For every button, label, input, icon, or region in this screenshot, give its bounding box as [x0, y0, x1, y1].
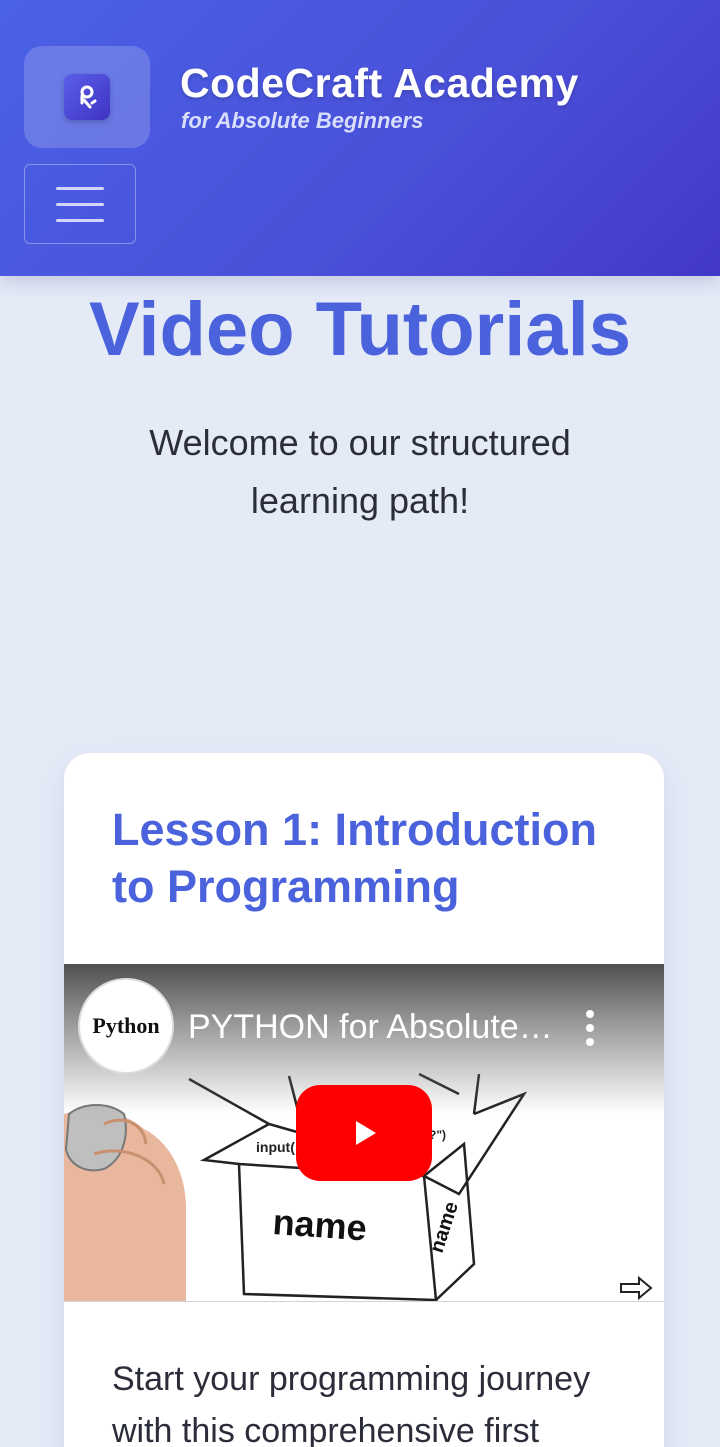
code-person-icon — [64, 74, 110, 120]
lesson-title: Lesson 1: Introduction to Programming — [112, 804, 598, 912]
svg-text:name: name — [426, 1199, 463, 1255]
youtube-play-icon[interactable] — [296, 1085, 432, 1181]
page-title: Video Tutorials — [89, 287, 631, 372]
lesson-description: Start your programming journey with this… — [112, 1360, 591, 1447]
mouse-hand-illustration — [64, 1104, 186, 1301]
brand-title[interactable]: CodeCraft Academy — [180, 60, 579, 107]
video-player[interactable]: input( ?") name name Python PYTHON for A… — [64, 964, 664, 1302]
more-vertical-icon[interactable] — [582, 1010, 598, 1050]
thumbnail-word-name: name — [271, 1201, 368, 1248]
hamburger-menu-button[interactable] — [24, 164, 136, 244]
share-arrow-icon[interactable] — [619, 1275, 653, 1301]
lesson-card: Lesson 1: Introduction to Programming in… — [64, 753, 664, 1447]
welcome-text: Welcome to our structured learning path! — [149, 422, 571, 521]
channel-avatar[interactable]: Python — [78, 978, 174, 1074]
channel-logo-text: Python — [92, 1013, 160, 1038]
thumbnail-word-input: input( — [256, 1139, 295, 1155]
video-title[interactable]: PYTHON for Absolute Beginners — [188, 1008, 558, 1047]
logo[interactable] — [24, 46, 150, 148]
brand-subtitle: for Absolute Beginners — [181, 108, 424, 133]
site-header: CodeCraft Academy for Absolute Beginners — [0, 0, 720, 276]
hamburger-menu-icon — [56, 187, 104, 190]
